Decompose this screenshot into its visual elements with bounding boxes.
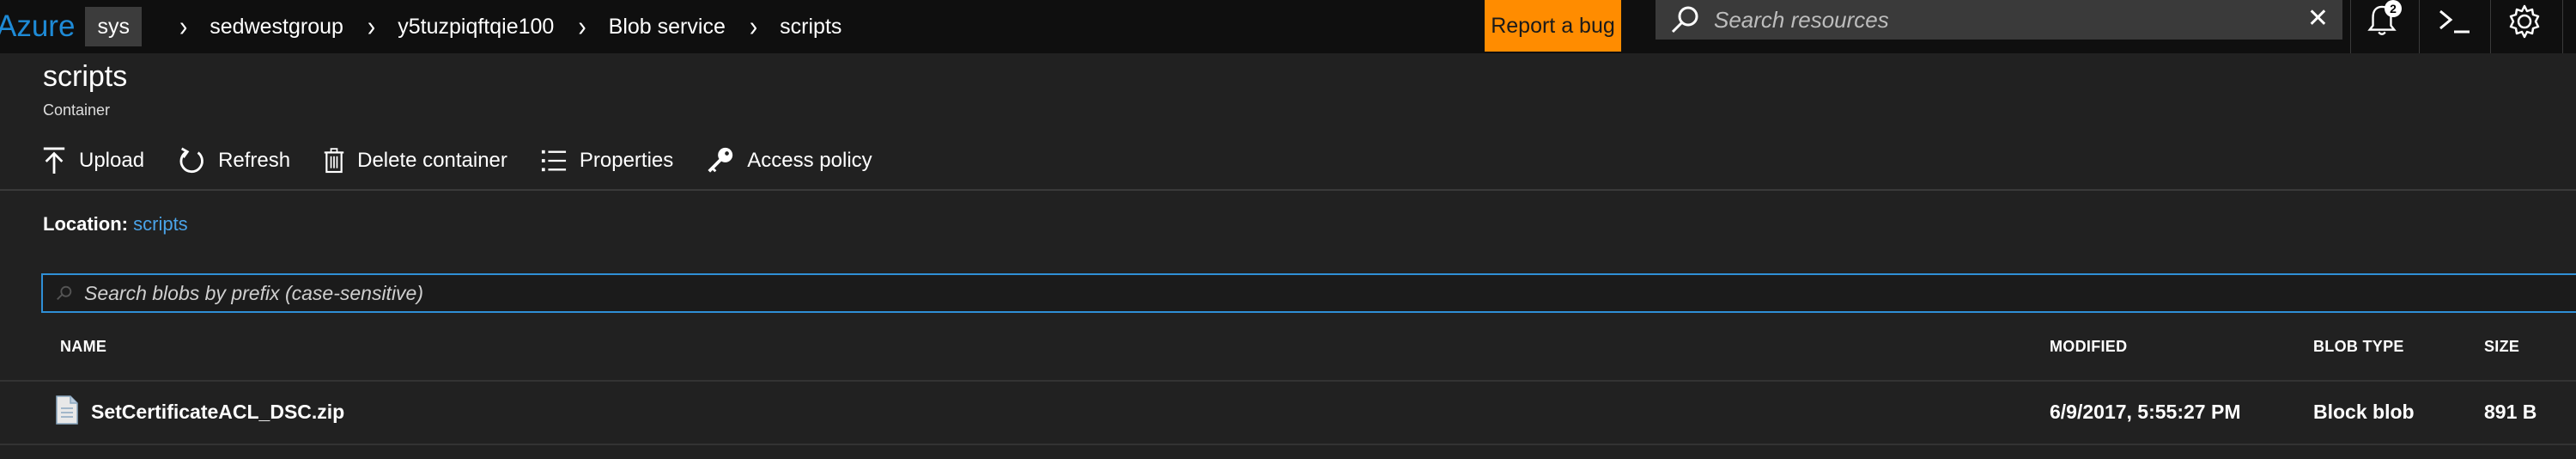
global-search[interactable]: ✕ [1656, 0, 2342, 40]
toolbar-divider [2350, 0, 2351, 53]
cloud-shell-button[interactable] [2435, 0, 2478, 43]
page-subtitle: Container [43, 101, 111, 119]
column-header-size[interactable]: SIZE [2484, 338, 2519, 356]
upload-icon [43, 147, 65, 174]
table-row-divider [0, 444, 2576, 445]
blob-search-box[interactable] [41, 273, 2576, 313]
search-icon [1671, 6, 1698, 34]
toolbar-divider [2490, 0, 2491, 53]
command-bar-divider [0, 189, 2576, 191]
search-icon [57, 285, 72, 300]
column-header-name[interactable]: NAME [60, 338, 106, 356]
refresh-button[interactable]: Refresh [177, 146, 290, 175]
gear-icon [2509, 4, 2540, 39]
chevron-right-icon: › [367, 9, 376, 42]
blob-name[interactable]: SetCertificateACL_DSC.zip [91, 401, 344, 424]
breadcrumb-storage-account[interactable]: y5tuzpiqftqie100 [398, 15, 554, 40]
breadcrumb: › sedwestgroup › y5tuzpiqftqie100 › Blob… [155, 9, 841, 42]
blob-modified: 6/9/2017, 5:55:27 PM [2050, 401, 2241, 423]
properties-label: Properties [579, 149, 674, 172]
blob-size: 891 B [2484, 401, 2537, 423]
trash-icon [324, 148, 344, 174]
top-bar: Azure sys › sedwestgroup › y5tuzpiqftqie… [0, 0, 2576, 53]
toolbar-divider [2419, 0, 2420, 53]
location-link[interactable]: scripts [133, 213, 188, 235]
blob-search-input[interactable] [82, 280, 1116, 306]
column-header-blob-type[interactable]: BLOB TYPE [2313, 338, 2404, 356]
access-policy-label: Access policy [747, 149, 872, 172]
file-icon [56, 395, 78, 425]
table-row[interactable]: SetCertificateACL_DSC.zip 6/9/2017, 5:55… [0, 383, 2576, 444]
properties-button[interactable]: Properties [540, 148, 673, 174]
location-row: Location: scripts [43, 213, 188, 236]
notification-badge: 2 [2385, 0, 2402, 17]
chevron-right-icon: › [179, 9, 188, 42]
close-icon[interactable]: ✕ [2307, 3, 2329, 34]
chevron-right-icon: › [749, 9, 758, 42]
console-icon [2439, 9, 2470, 34]
upload-button[interactable]: Upload [41, 146, 144, 175]
table-header-divider [0, 380, 2576, 382]
refresh-icon [179, 147, 204, 174]
upload-label: Upload [79, 149, 145, 172]
delete-container-label: Delete container [357, 149, 507, 172]
command-bar: Upload Refresh Delete container Properti… [41, 141, 905, 181]
list-icon [541, 150, 566, 172]
breadcrumb-sys[interactable]: sys [85, 7, 142, 46]
azure-logo[interactable]: Azure [0, 0, 85, 53]
location-label: Location: [43, 213, 128, 235]
settings-button[interactable] [2506, 0, 2550, 43]
chevron-right-icon: › [578, 9, 586, 42]
notifications-button[interactable]: 2 [2366, 0, 2412, 43]
breadcrumb-container[interactable]: scripts [780, 15, 841, 40]
access-policy-button[interactable]: Access policy [706, 146, 872, 175]
breadcrumb-blob-service[interactable]: Blob service [609, 15, 726, 40]
column-header-modified[interactable]: MODIFIED [2050, 338, 2127, 356]
search-input[interactable] [1712, 5, 2300, 34]
page-title: scripts [43, 60, 128, 93]
key-icon [708, 147, 733, 173]
blob-type: Block blob [2313, 401, 2415, 423]
refresh-label: Refresh [218, 149, 291, 172]
report-bug-button[interactable]: Report a bug [1485, 0, 1621, 52]
toolbar-divider [2562, 0, 2563, 53]
breadcrumb-resource-group[interactable]: sedwestgroup [210, 15, 343, 40]
delete-container-button[interactable]: Delete container [323, 148, 507, 174]
